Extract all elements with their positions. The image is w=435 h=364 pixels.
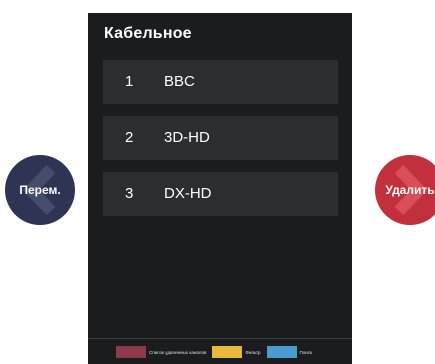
channel-name: BBC [164, 73, 195, 90]
yellow-key-swatch [212, 346, 243, 358]
channel-row-1[interactable]: 1 BBC [103, 60, 338, 104]
legend-label: Список удаленных каналов [149, 349, 207, 355]
legend-item-deleted-channels[interactable]: Список удаленных каналов [116, 346, 206, 358]
legend-label: Поиск [299, 349, 313, 355]
channel-row-2[interactable]: 2 3D-HD [103, 116, 338, 160]
channel-name: DX-HD [164, 185, 212, 202]
color-key-bar: Список удаленных каналов Фильтр Поиск [88, 338, 352, 364]
color-key-legend: Список удаленных каналов Фильтр Поиск [116, 346, 318, 358]
channel-list: 1 BBC 2 3D-HD 3 DX-HD [103, 60, 338, 228]
panel-title: Кабельное [104, 25, 192, 42]
legend-item-filter[interactable]: Фильтр [212, 346, 261, 358]
delete-button[interactable]: Удалить [375, 155, 435, 225]
channel-number: 2 [125, 129, 134, 146]
channel-row-3[interactable]: 3 DX-HD [103, 172, 338, 216]
move-button[interactable]: Перем. [5, 155, 75, 225]
channel-number: 3 [125, 185, 134, 202]
legend-label: Фильтр [245, 349, 261, 355]
blue-key-swatch [266, 346, 297, 358]
channel-list-panel: Кабельное 1 BBC 2 3D-HD 3 DX-HD Список у… [88, 13, 352, 364]
delete-button-label: Удалить [385, 183, 435, 197]
red-key-swatch [116, 346, 146, 358]
channel-number: 1 [125, 73, 134, 90]
move-button-label: Перем. [19, 183, 61, 197]
legend-item-search[interactable]: Поиск [266, 346, 313, 358]
channel-name: 3D-HD [164, 129, 210, 146]
